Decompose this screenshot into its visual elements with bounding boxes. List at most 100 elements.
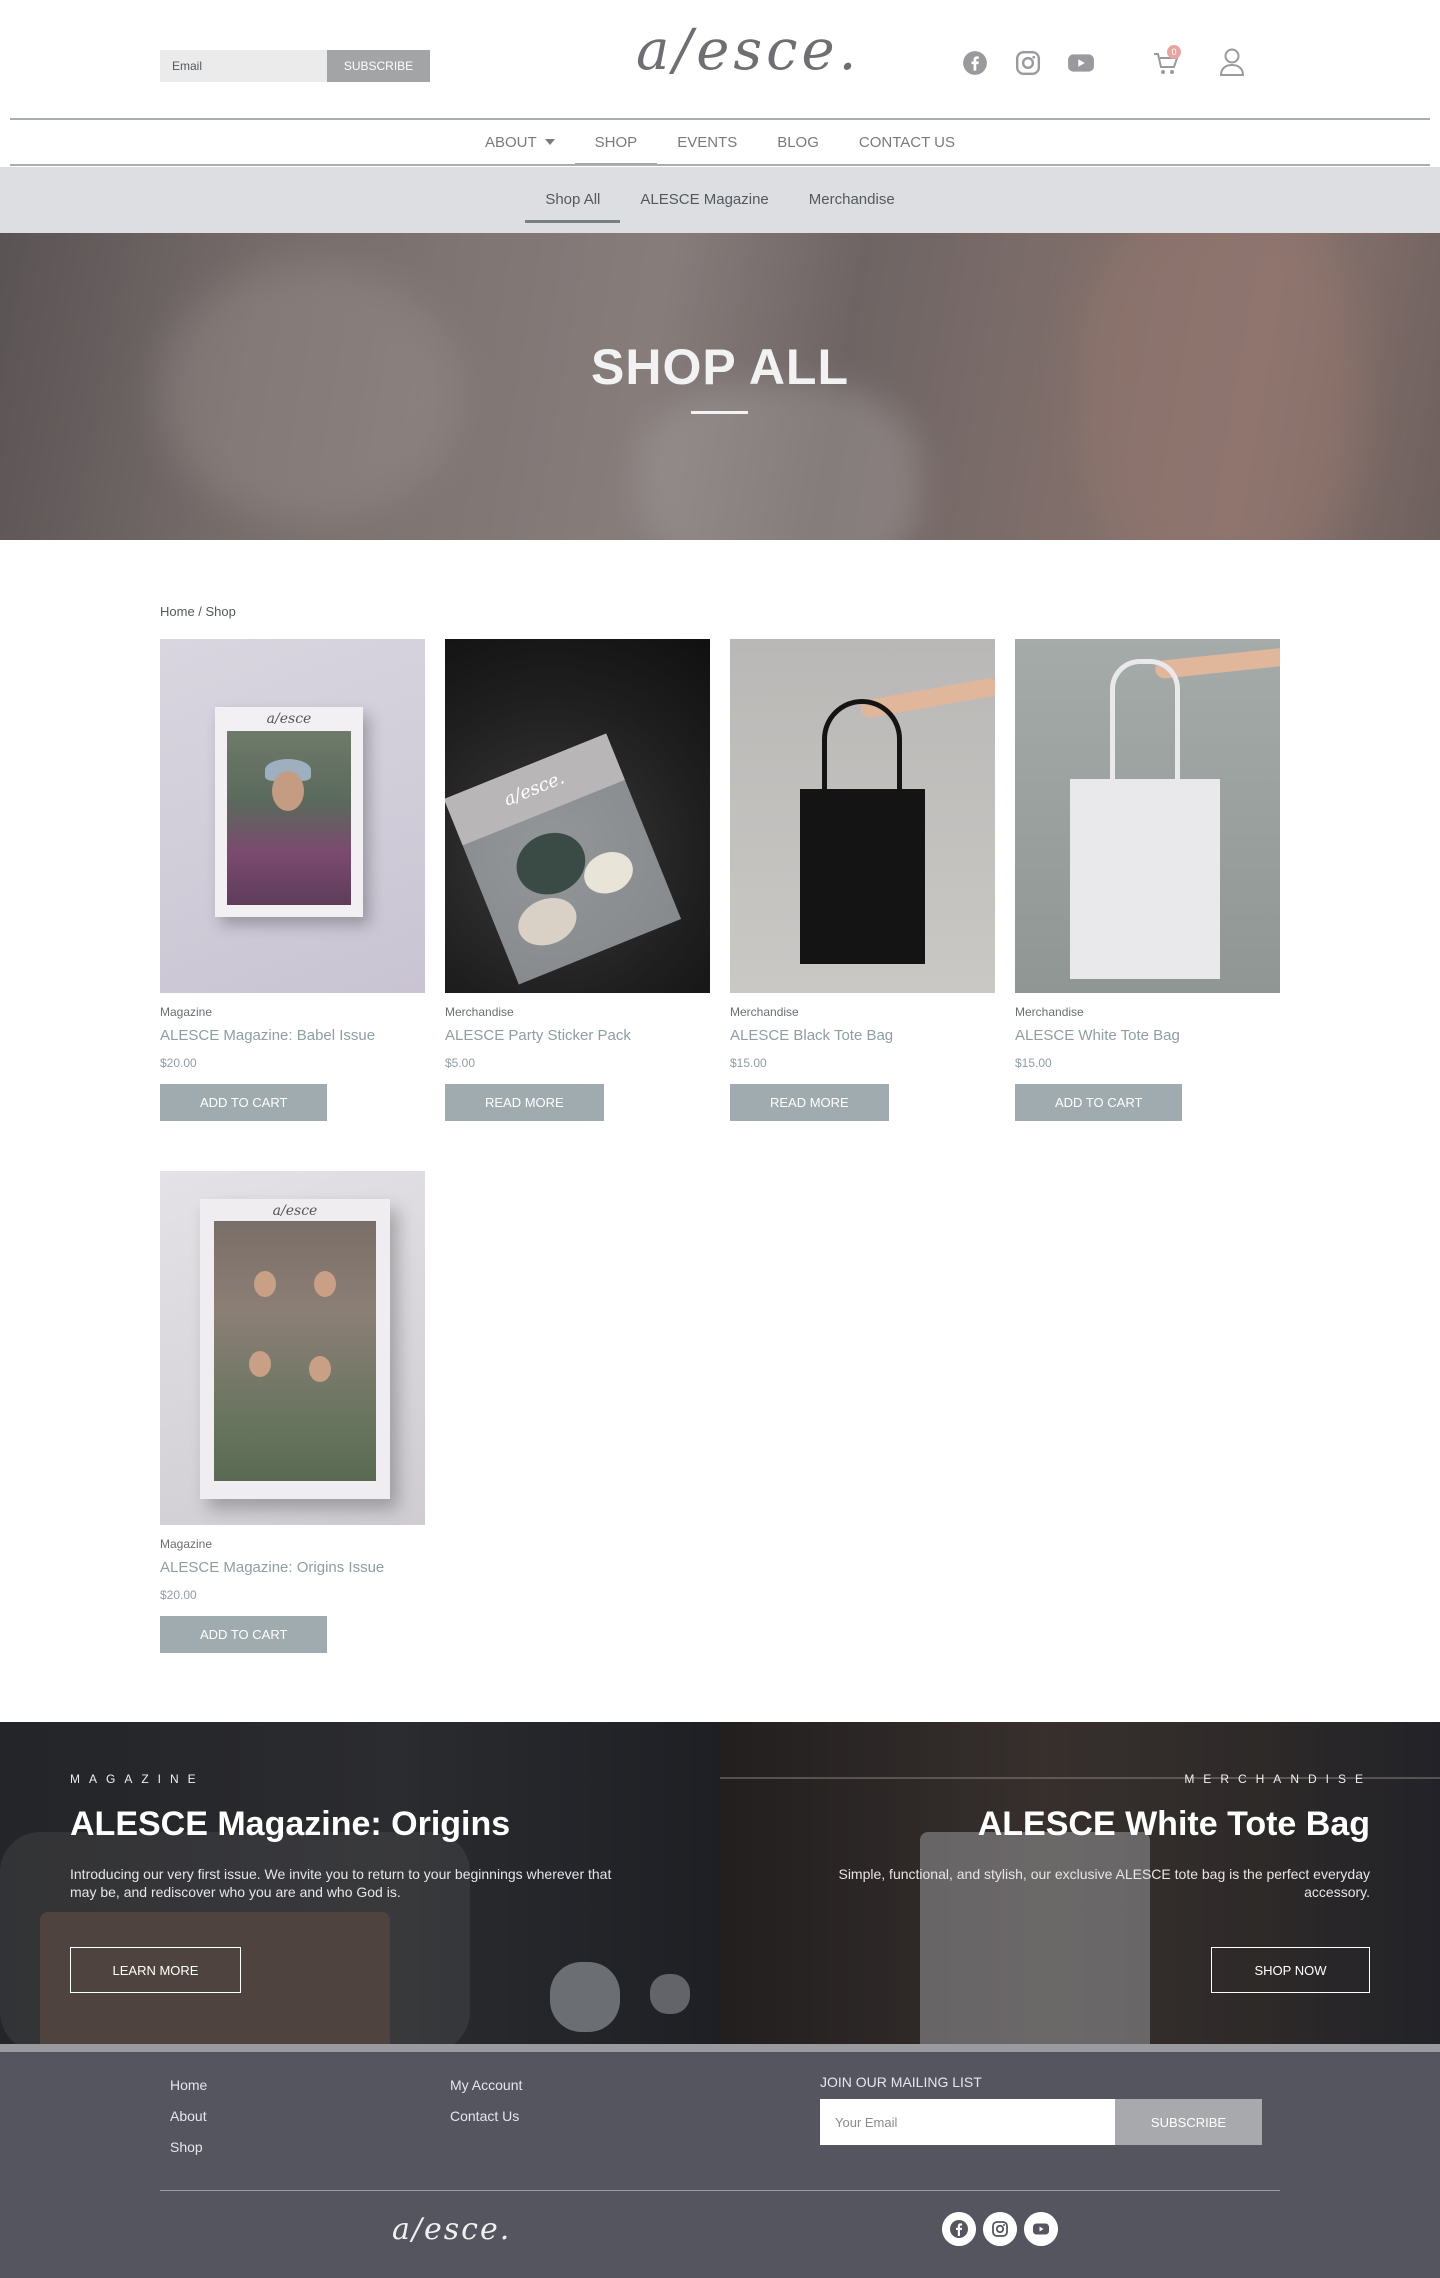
product-image[interactable]: a/esce <box>160 639 425 993</box>
product-card: Merchandise ALESCE White Tote Bag $15.00… <box>1015 639 1280 1121</box>
nav-item-contact[interactable]: CONTACT US <box>839 122 975 166</box>
site-logo[interactable]: a/esce. <box>636 18 860 83</box>
black-tote-bag <box>800 789 925 964</box>
subnav-item-shop-all[interactable]: Shop All <box>525 167 621 233</box>
nav-item-blog[interactable]: BLOG <box>757 122 839 166</box>
sticker-shape <box>507 822 595 905</box>
sticker-shape <box>511 889 584 954</box>
magazine-photo <box>227 731 351 905</box>
product-image[interactable]: a/esce <box>160 1171 425 1525</box>
read-more-button[interactable]: READ MORE <box>730 1084 889 1121</box>
header-subscribe-button[interactable]: SUBSCRIBE <box>327 50 430 82</box>
nav-divider-top <box>10 118 1430 120</box>
magazine-cover: a/esce <box>215 707 363 917</box>
hero-banner: SHOP ALL <box>0 233 1440 540</box>
cart-count-badge: 0 <box>1167 45 1181 59</box>
product-category: Magazine <box>160 1537 213 1551</box>
hero-underline <box>691 411 748 414</box>
product-price: $5.00 <box>445 1056 476 1070</box>
header-newsletter-form: SUBSCRIBE <box>160 50 430 82</box>
sticker-pack: a/esce. <box>445 733 682 985</box>
shop-subnav: Shop All ALESCE Magazine Merchandise <box>0 167 1440 233</box>
hero-title: SHOP ALL <box>590 339 850 395</box>
learn-more-button[interactable]: LEARN MORE <box>70 1947 241 1993</box>
promo-title: ALESCE White Tote Bag <box>977 1805 1370 1843</box>
footer-link-home[interactable]: Home <box>170 2077 207 2093</box>
facebook-icon[interactable] <box>962 50 988 76</box>
nav-divider-bottom <box>10 164 1430 166</box>
white-tote-bag <box>1070 779 1220 979</box>
instagram-icon[interactable] <box>1015 50 1041 76</box>
product-card: a/esce Magazine ALESCE Magazine: Origins… <box>160 1171 425 1653</box>
magazine-logo-script: a/esce <box>272 1203 318 1219</box>
subnav-item-magazine[interactable]: ALESCE Magazine <box>620 167 788 233</box>
footer-link-my-account[interactable]: My Account <box>450 2077 522 2093</box>
product-title[interactable]: ALESCE White Tote Bag <box>1015 1027 1280 1044</box>
cover-face <box>254 1271 276 1297</box>
promo-magazine: MAGAZINE ALESCE Magazine: Origins Introd… <box>0 1722 720 2044</box>
add-to-cart-button[interactable]: ADD TO CART <box>160 1616 328 1653</box>
subnav-item-merchandise[interactable]: Merchandise <box>789 167 915 233</box>
chevron-down-icon <box>544 139 555 145</box>
nav-item-label: BLOG <box>777 134 819 151</box>
product-category: Merchandise <box>730 1005 799 1019</box>
tote-handle <box>822 699 902 799</box>
product-price: $15.00 <box>1015 1056 1052 1070</box>
site-header: SUBSCRIBE a/esce. 0 <box>0 0 1440 120</box>
nav-item-events[interactable]: EVENTS <box>657 122 757 166</box>
product-price: $20.00 <box>160 1588 197 1602</box>
add-to-cart-button[interactable]: ADD TO CART <box>1015 1084 1183 1121</box>
product-image[interactable] <box>1015 639 1280 993</box>
product-category: Merchandise <box>445 1005 514 1019</box>
nav-item-shop[interactable]: SHOP <box>574 122 658 166</box>
footer-link-contact[interactable]: Contact Us <box>450 2108 519 2124</box>
header-email-input[interactable] <box>160 50 327 82</box>
sticker-shape <box>577 844 640 901</box>
magazine-cover: a/esce <box>200 1199 390 1499</box>
magazine-logo-script: a/esce <box>266 711 312 727</box>
promo-merchandise: MERCHANDISE ALESCE White Tote Bag Simple… <box>720 1722 1440 2044</box>
facebook-icon[interactable] <box>942 2212 976 2246</box>
product-category: Magazine <box>160 1005 213 1019</box>
cover-face <box>272 771 304 811</box>
cover-face <box>249 1351 271 1377</box>
product-title[interactable]: ALESCE Party Sticker Pack <box>445 1027 710 1044</box>
footer-link-shop[interactable]: Shop <box>170 2139 203 2155</box>
footer-logo[interactable]: a/esce. <box>392 2212 511 2247</box>
product-title[interactable]: ALESCE Magazine: Origins Issue <box>160 1559 425 1576</box>
nav-item-label: CONTACT US <box>858 134 956 151</box>
product-title[interactable]: ALESCE Magazine: Babel Issue <box>160 1027 425 1044</box>
promo-eyebrow: MERCHANDISE <box>1184 1772 1372 1786</box>
footer-email-input[interactable] <box>820 2099 1115 2145</box>
product-image[interactable]: a/esce. <box>445 639 710 993</box>
footer-divider-strip <box>0 2044 1440 2052</box>
product-image[interactable] <box>730 639 995 993</box>
product-card: a/esce. Merchandise ALESCE Party Sticker… <box>445 639 710 1121</box>
nav-item-about[interactable]: ABOUT <box>465 122 575 166</box>
footer-subscribe-button[interactable]: SUBSCRIBE <box>1115 2099 1262 2145</box>
main-nav: ABOUT SHOP EVENTS BLOG CONTACT US <box>0 122 1440 166</box>
product-card: a/esce Magazine ALESCE Magazine: Babel I… <box>160 639 425 1121</box>
nav-item-label: EVENTS <box>677 134 738 151</box>
tote-handle <box>1110 659 1180 789</box>
shop-now-button[interactable]: SHOP NOW <box>1211 1947 1370 1993</box>
product-card: Merchandise ALESCE Black Tote Bag $15.00… <box>730 639 995 1121</box>
site-footer: Home About Shop My Account Contact Us JO… <box>0 2052 1440 2278</box>
user-account-icon[interactable] <box>1218 47 1246 77</box>
read-more-button[interactable]: READ MORE <box>445 1084 604 1121</box>
instagram-icon[interactable] <box>983 2212 1017 2246</box>
product-price: $15.00 <box>730 1056 767 1070</box>
breadcrumb[interactable]: Home / Shop <box>160 604 236 619</box>
mailing-list-heading: JOIN OUR MAILING LIST <box>820 2074 982 2090</box>
footer-link-about[interactable]: About <box>170 2108 207 2124</box>
magazine-photo <box>214 1221 376 1481</box>
add-to-cart-button[interactable]: ADD TO CART <box>160 1084 328 1121</box>
promo-description: Introducing our very first issue. We inv… <box>70 1866 612 1900</box>
product-title[interactable]: ALESCE Black Tote Bag <box>730 1027 995 1044</box>
youtube-icon[interactable] <box>1067 50 1095 76</box>
youtube-icon[interactable] <box>1024 2212 1058 2246</box>
cover-face <box>309 1356 331 1382</box>
footer-divider <box>160 2190 1280 2191</box>
sticker-pack-label: a/esce. <box>445 733 625 846</box>
promo-description: Simple, functional, and stylish, our exc… <box>838 1866 1370 1900</box>
